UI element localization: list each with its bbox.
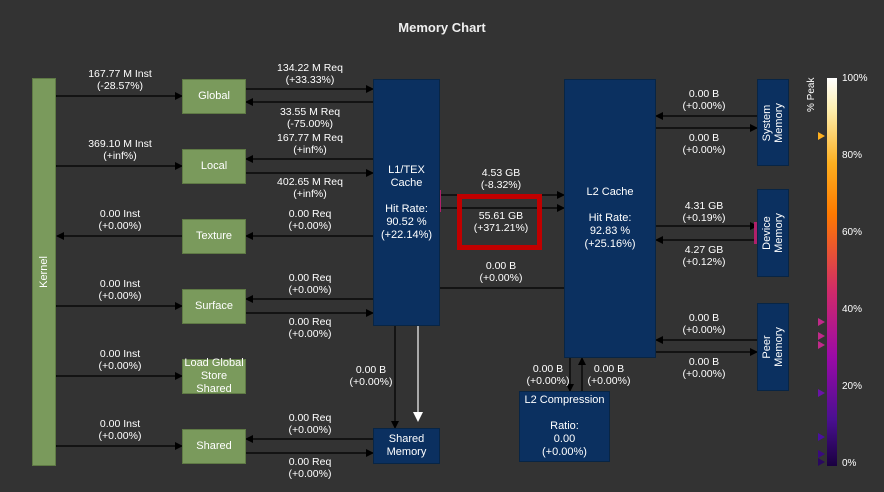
shared-memory-label: Shared Memory bbox=[386, 433, 427, 458]
l1-l2-top-label: 4.53 GB (-8.32%) bbox=[480, 167, 522, 191]
texture-inst-label: 0.00 Inst (+0.00%) bbox=[98, 208, 142, 232]
l2-cache[interactable]: L2 Cache Hit Rate: 92.83 % (+25.16%) bbox=[564, 79, 656, 358]
texture-req-label: 0.00 Req (+0.00%) bbox=[288, 208, 332, 232]
l2-compression[interactable]: L2 Compression Ratio: 0.00 (+0.00%) bbox=[519, 391, 610, 462]
legend-marker bbox=[818, 318, 825, 326]
local-label: Local bbox=[200, 160, 228, 172]
local-unit[interactable]: Local bbox=[182, 149, 246, 184]
l2-cache-label: L2 Cache Hit Rate: 92.83 % (+25.16%) bbox=[584, 186, 636, 250]
legend-tick-60: 60% bbox=[842, 227, 863, 238]
peer-memory[interactable]: Peer Memory bbox=[757, 303, 789, 391]
load-global-label: Load Global Store Shared bbox=[184, 357, 244, 395]
surface-inst-label: 0.00 Inst (+0.00%) bbox=[98, 278, 142, 302]
peer-top-label: 0.00 B (+0.00%) bbox=[682, 312, 726, 336]
peer-memory-label: Peer Memory bbox=[761, 327, 786, 367]
system-memory-label: System Memory bbox=[761, 102, 786, 143]
l1-l2-mid-label: 55.61 GB (+371.21%) bbox=[473, 210, 529, 234]
legend-marker bbox=[818, 450, 825, 458]
local-inst-label: 369.10 M Inst (+inf%) bbox=[88, 138, 152, 162]
shared-req2-label: 0.00 Req (+0.00%) bbox=[288, 456, 332, 480]
surface-req2-label: 0.00 Req (+0.00%) bbox=[288, 316, 332, 340]
device-top-label: 4.31 GB (+0.19%) bbox=[682, 200, 726, 224]
shared-memory[interactable]: Shared Memory bbox=[373, 428, 440, 464]
global-req2-label: 33.55 M Req (-75.00%) bbox=[279, 106, 341, 130]
l1-l2-bot-label: 0.00 B (+0.00%) bbox=[479, 260, 523, 284]
l1-tex-cache[interactable]: L1/TEX Cache Hit Rate: 90.52 % (+22.14%) bbox=[373, 79, 440, 326]
ldgst-inst-label: 0.00 Inst (+0.00%) bbox=[98, 348, 142, 372]
legend-tick-40: 40% bbox=[842, 304, 863, 315]
compression-left-label: 0.00 B (+0.00%) bbox=[526, 363, 570, 387]
device-memory-label: Device Memory bbox=[761, 213, 786, 253]
system-bot-label: 0.00 B (+0.00%) bbox=[682, 132, 726, 156]
surface-req-label: 0.00 Req (+0.00%) bbox=[288, 272, 332, 296]
legend-title: % Peak bbox=[806, 77, 817, 112]
shared-label: Shared bbox=[196, 440, 232, 452]
l1-shared-label: 0.00 B (+0.00%) bbox=[349, 364, 393, 388]
kernel-box[interactable]: Kernel bbox=[32, 78, 56, 466]
legend-tick-0: 0% bbox=[842, 458, 857, 469]
kernel-label: Kernel bbox=[38, 256, 50, 288]
compression-right-label: 0.00 B (+0.00%) bbox=[587, 363, 631, 387]
legend-marker bbox=[818, 132, 825, 140]
l2-compression-label: L2 Compression Ratio: 0.00 (+0.00%) bbox=[524, 394, 605, 458]
legend-marker bbox=[818, 389, 825, 397]
local-req2-label: 402.65 M Req (+inf%) bbox=[277, 176, 343, 200]
global-unit[interactable]: Global bbox=[182, 79, 246, 114]
global-label: Global bbox=[198, 90, 230, 102]
peer-bot-label: 0.00 B (+0.00%) bbox=[682, 356, 726, 380]
legend-marker bbox=[818, 341, 825, 349]
shared-inst-label: 0.00 Inst (+0.00%) bbox=[98, 418, 142, 442]
shared-unit[interactable]: Shared bbox=[182, 429, 246, 464]
memory-chart: Memory Chart Kernel Global Local Texture… bbox=[0, 0, 884, 492]
global-inst-label: 167.77 M Inst (-28.57%) bbox=[88, 68, 152, 92]
shared-req-label: 0.00 Req (+0.00%) bbox=[288, 412, 332, 436]
l1-cache-label: L1/TEX Cache Hit Rate: 90.52 % (+22.14%) bbox=[380, 163, 433, 241]
legend-tick-80: 80% bbox=[842, 150, 863, 161]
surface-unit[interactable]: Surface bbox=[182, 289, 246, 324]
legend-gradient bbox=[827, 78, 837, 466]
legend-marker bbox=[818, 332, 825, 340]
legend-tick-100: 100% bbox=[842, 73, 868, 84]
system-memory[interactable]: System Memory bbox=[757, 79, 789, 166]
device-memory[interactable]: Device Memory bbox=[757, 189, 789, 277]
page-title: Memory Chart bbox=[398, 20, 486, 35]
global-req-label: 134.22 M Req (+33.33%) bbox=[277, 62, 343, 86]
legend-marker bbox=[818, 458, 825, 466]
device-bot-label: 4.27 GB (+0.12%) bbox=[682, 244, 726, 268]
legend-marker bbox=[818, 433, 825, 441]
texture-unit[interactable]: Texture bbox=[182, 219, 246, 254]
texture-label: Texture bbox=[195, 230, 233, 242]
load-global-store-shared-unit[interactable]: Load Global Store Shared bbox=[182, 357, 246, 395]
local-req-label: 167.77 M Req (+inf%) bbox=[277, 132, 343, 156]
surface-label: Surface bbox=[195, 300, 233, 312]
system-top-label: 0.00 B (+0.00%) bbox=[682, 88, 726, 112]
legend-tick-20: 20% bbox=[842, 381, 863, 392]
